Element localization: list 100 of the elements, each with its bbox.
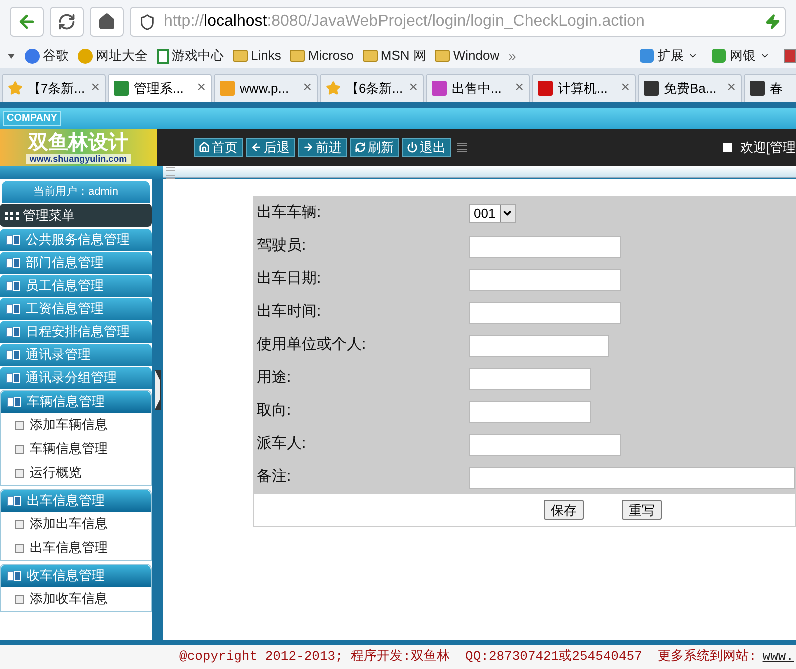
browser-tab[interactable]: www.p... × [214,74,318,102]
browser-tab[interactable]: 【7条新... × [2,74,106,102]
menu-item[interactable]: 添加收车信息 [1,587,151,611]
field-label: 备注: [256,467,292,488]
browser-tab[interactable]: 春 [744,74,796,102]
text-field[interactable] [469,434,621,456]
item-icon [15,420,24,430]
bookmark-link[interactable]: MSN 网 [362,46,426,66]
nav-button[interactable]: 刷新 [350,138,399,157]
field-label: 出车车辆: [256,203,322,224]
power-icon [407,142,418,153]
field-label: 出车时间: [256,302,322,322]
url-text: http://localhost:8080/JavaWebProject/login/login_CheckLogin.action [164,12,646,32]
footer-link[interactable]: www. [762,647,794,667]
browser-tab[interactable]: 管理系... × [108,74,212,102]
menu-item[interactable]: 运行概览 [1,461,151,485]
bookmark-link[interactable]: 网址大全 [78,46,148,66]
book-icon [6,327,20,337]
menu-item[interactable]: 添加车辆信息 [1,413,151,437]
more-button[interactable]: » [508,46,516,66]
bookmark-link[interactable]: Links [233,46,282,66]
square-icon [723,143,732,152]
grid-icon [5,212,19,220]
form-button[interactable]: 重写 [622,500,662,520]
footer-text: @copyright 2012-2013; 程序开发:双鱼林 QQ:287307421或254540457 更多系统到网站: [180,648,757,666]
book-icon [7,571,21,581]
welcome-text: 欢迎[管理 [740,138,796,157]
text-field[interactable] [469,268,621,290]
bookmark-link[interactable]: 谷歌 [25,46,69,66]
nav-button[interactable]: 后退 [246,138,295,157]
dictionary-icon [784,49,796,63]
text-field[interactable] [469,334,609,356]
text-field[interactable] [469,236,621,258]
field-label: 使用单位或个人: [256,335,368,356]
book-icon [6,350,20,360]
reload-button[interactable] [50,7,84,37]
close-icon[interactable]: × [303,77,312,100]
field-label: 出车日期: [256,269,322,290]
company-badge: COMPANY [3,111,62,126]
menu-icon [457,143,467,152]
form-button[interactable]: 保存 [544,500,584,520]
book-icon [6,281,20,291]
lightning-icon [765,14,781,30]
book-icon [6,258,20,268]
field-label: 派车人: [256,434,308,454]
nav-button[interactable]: 首页 [194,138,243,157]
item-icon [15,544,24,552]
close-icon[interactable]: × [515,77,524,100]
menu-item[interactable]: 添加出车信息 [1,512,151,536]
field-label: 用途: [256,368,292,388]
toolbar-link[interactable]: 扩展 [640,46,698,66]
browser-tab[interactable]: 出售中... × [426,74,530,102]
item-icon [15,468,24,478]
back-icon [17,12,37,32]
browser-tab[interactable]: 【6条新... × [320,74,424,102]
browser-tab[interactable]: 计算机... × [532,74,636,102]
menu-group-header[interactable]: 车辆信息管理 [1,391,151,413]
close-icon[interactable]: × [91,77,100,100]
nav-button[interactable]: 前进 [298,138,347,157]
arrow-left-icon [251,142,262,153]
bookmark-link[interactable]: Microso [290,46,354,66]
back-button[interactable] [10,7,44,37]
home-button[interactable] [90,7,124,37]
text-field[interactable] [469,302,621,324]
book-icon [6,373,20,383]
address-bar[interactable]: http://localhost:8080/JavaWebProject/login/login_CheckLogin.action [130,7,786,37]
toolbar-link[interactable]: 网银 [712,46,770,66]
field-label: 取向: [256,401,292,422]
book-icon [7,397,21,407]
vehicle-select[interactable]: 001 [469,204,516,223]
menu-title-bar: 管理菜单 [0,204,152,227]
bookmark-link[interactable]: 游戏中心 [157,46,224,66]
menu-item[interactable]: 出车信息管理 [1,536,151,560]
text-field[interactable] [469,466,795,488]
menu-group-header[interactable]: 收车信息管理 [1,565,151,587]
bookmark-link[interactable]: Window [435,46,500,66]
browser-tab[interactable]: 免费Ba... × [638,74,742,102]
refresh-icon [58,13,76,31]
item-icon [15,444,24,454]
logo: 双鱼林设计 www.shuangyulin.com [0,129,157,166]
close-icon[interactable]: × [621,77,630,100]
nav-button[interactable]: 退出 [402,138,451,157]
shield-icon [139,14,156,30]
home-icon [199,142,210,153]
close-icon[interactable]: × [409,77,418,100]
collapse-handle[interactable] [154,370,160,410]
book-icon [6,235,20,245]
book-icon [7,496,21,506]
close-icon[interactable]: × [197,77,206,100]
menu-group-header[interactable]: 出车信息管理 [1,490,151,512]
text-field[interactable] [469,400,591,422]
close-icon[interactable]: × [727,77,736,100]
caret-icon [8,54,15,58]
item-icon [15,594,24,604]
menu-item[interactable]: 车辆信息管理 [1,437,151,461]
item-icon [15,520,24,528]
text-field[interactable] [469,368,591,390]
arrow-right-icon [303,142,314,153]
field-label: 驾驶员: [256,236,308,256]
book-icon [6,304,20,314]
